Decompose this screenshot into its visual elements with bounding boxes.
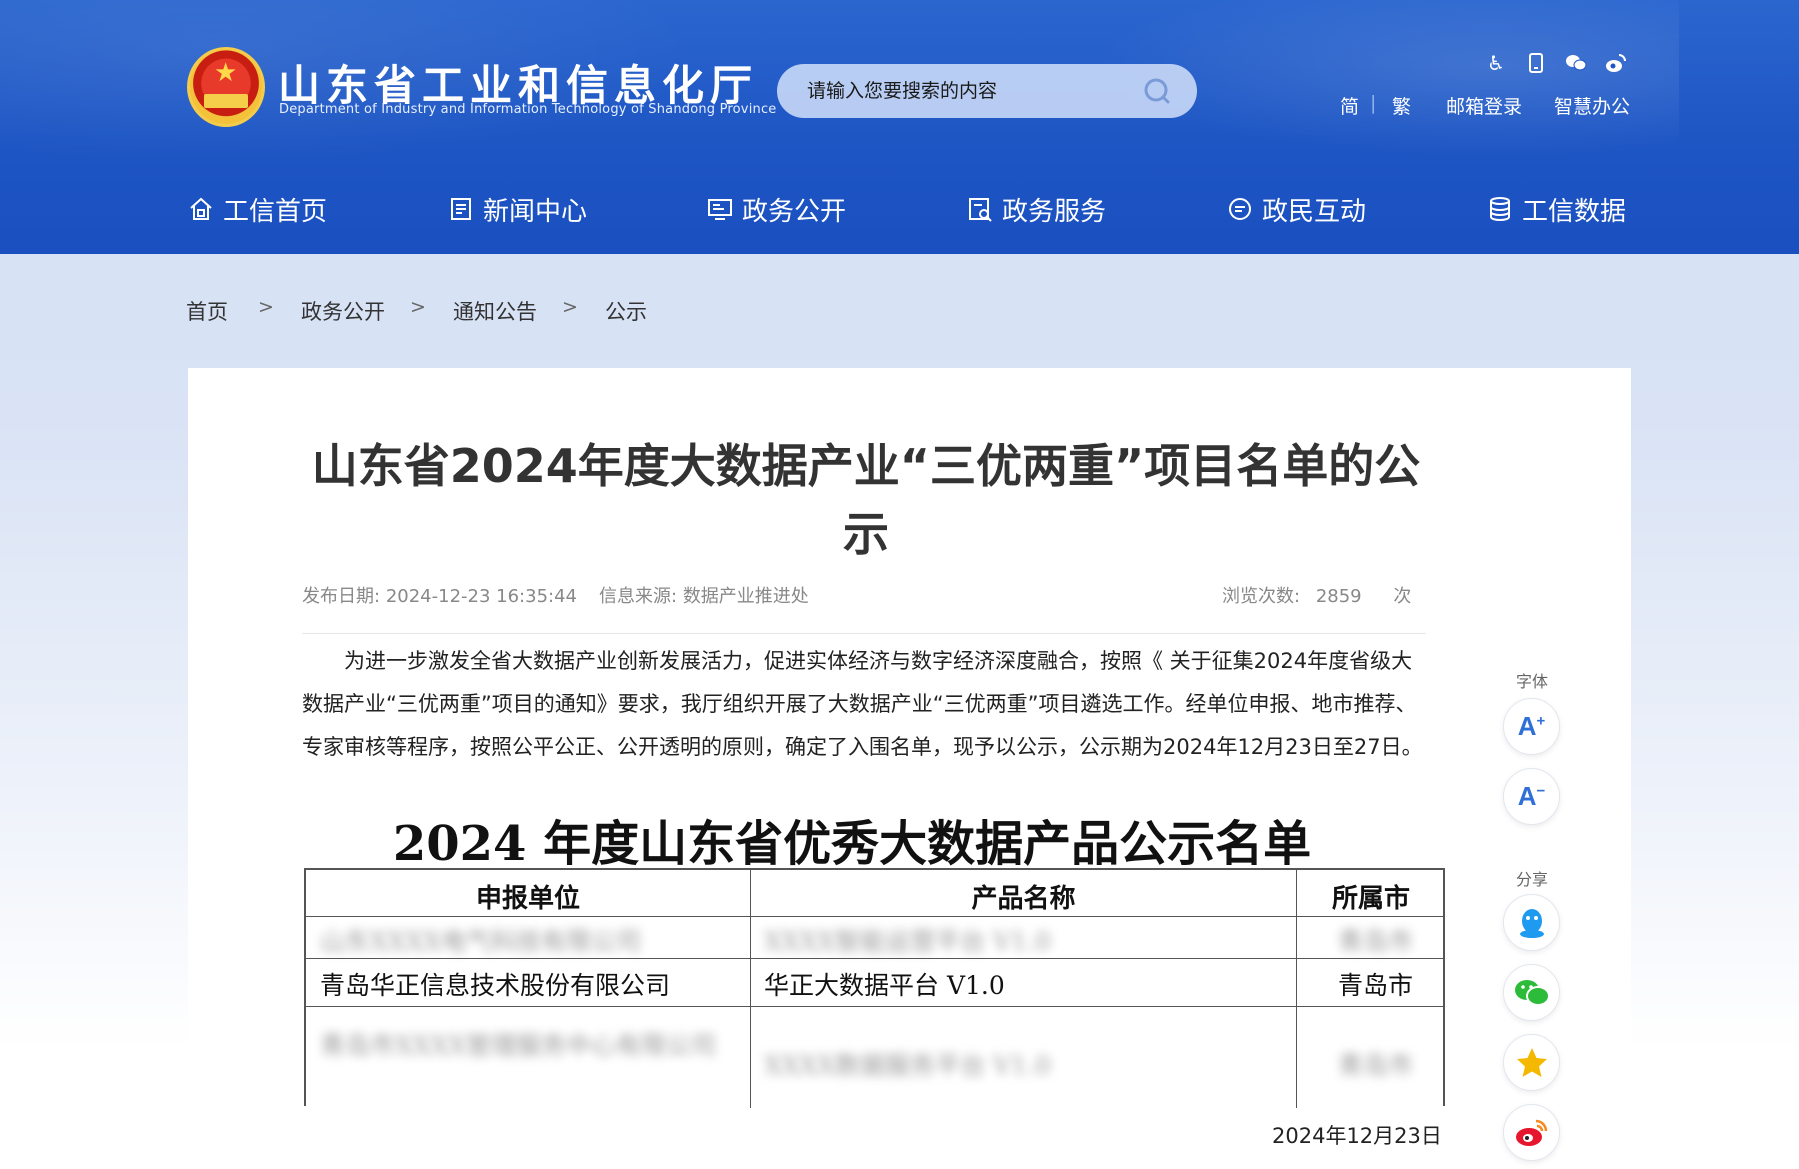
link-separator: | bbox=[1370, 92, 1377, 114]
table-cell-product: 华正大数据平台 V1.0 bbox=[764, 971, 1005, 1000]
nav-item-data[interactable]: 工信数据 bbox=[1486, 189, 1626, 229]
table-header-product: 产品名称 bbox=[971, 884, 1076, 914]
breadcrumb-home[interactable]: 首页 bbox=[186, 296, 228, 326]
table-divider bbox=[306, 1006, 1445, 1007]
home-icon bbox=[190, 197, 212, 220]
share-label: 分享 bbox=[1515, 870, 1548, 889]
font-increase-button[interactable]: A+ bbox=[1503, 698, 1560, 755]
table-cell-product: XXXX数据服务平台 V1.0 bbox=[764, 1051, 1051, 1080]
table-header-unit: 申报单位 bbox=[475, 884, 580, 914]
table-divider bbox=[306, 958, 1445, 959]
mobile-icon[interactable] bbox=[1524, 51, 1548, 75]
nav-label: 政务服务 bbox=[1002, 196, 1107, 227]
table-cell-city: 青岛市 bbox=[1338, 1051, 1414, 1080]
views-label: 浏览次数: bbox=[1222, 586, 1301, 607]
nav-label: 政务公开 bbox=[742, 196, 847, 227]
site-subtitle: Department of Industry and Information T… bbox=[279, 102, 777, 117]
source-value: 数据产业推进处 bbox=[682, 586, 809, 607]
publish-label: 发布日期: bbox=[302, 586, 381, 607]
publish-value: 2024-12-23 16:35:44 bbox=[385, 586, 577, 607]
notice-table: 申报单位 产品名称 所属市 山东XXXX电气科技有限公司 XXXX智能运营平台 … bbox=[304, 868, 1445, 1108]
star-icon: ★ bbox=[214, 58, 238, 88]
article-card: 山东省2024年度大数据产业“三优两重”项目名单的公示 发布日期: 2024-1… bbox=[188, 368, 1631, 1169]
nav-label: 新闻中心 bbox=[483, 196, 588, 227]
weibo-icon[interactable] bbox=[1604, 51, 1628, 75]
nav-item-news[interactable]: 新闻中心 bbox=[447, 189, 587, 229]
table-cell-city: 青岛市 bbox=[1338, 927, 1414, 956]
notice-image-title: 2024 年度山东省优秀大数据产品公示名单 bbox=[392, 816, 1312, 872]
wechat-share-icon bbox=[1514, 979, 1550, 1006]
breadcrumb-separator: > bbox=[410, 296, 426, 318]
share-weibo-button[interactable] bbox=[1503, 1104, 1560, 1161]
font-size-label: 字体 bbox=[1515, 672, 1548, 691]
nav-item-gov-affairs[interactable]: 政务公开 bbox=[706, 189, 846, 229]
simplified-chinese-link[interactable]: 简 bbox=[1340, 92, 1359, 119]
header-tool-icons: ♿ bbox=[1484, 51, 1634, 81]
breadcrumb-separator: > bbox=[562, 296, 578, 318]
chat-icon bbox=[1229, 198, 1251, 220]
nav-label: 工信数据 bbox=[1522, 196, 1627, 227]
breadcrumb-notices[interactable]: 通知公告 bbox=[453, 296, 537, 326]
table-header-city: 所属市 bbox=[1331, 884, 1410, 914]
breadcrumb-separator: > bbox=[258, 296, 274, 318]
views-value: 2859 bbox=[1315, 586, 1362, 607]
search-icon[interactable] bbox=[1143, 77, 1171, 105]
sign-date: 2024年12月23日 bbox=[1272, 1124, 1442, 1148]
share-qq-button[interactable] bbox=[1503, 894, 1560, 951]
qzone-icon bbox=[1516, 1047, 1547, 1077]
search-box bbox=[777, 64, 1197, 118]
meta-divider bbox=[302, 633, 1426, 634]
table-cell-unit: 青岛市XXXX管理服务中心有限公司 bbox=[320, 1031, 717, 1060]
nav-label: 工信首页 bbox=[223, 196, 328, 227]
main-nav: 工信首页 新闻中心 政务公开 政务服务 政民互动 工信数据 bbox=[0, 165, 1799, 254]
article-title: 山东省2024年度大数据产业“三优两重”项目名单的公示 bbox=[311, 439, 1421, 561]
publish-date: 发布日期: 2024-12-23 16:35:44 bbox=[302, 582, 577, 608]
table-cell-product: XXXX智能运营平台 V1.0 bbox=[764, 927, 1051, 956]
weibo-share-icon bbox=[1515, 1119, 1547, 1146]
accessibility-icon[interactable]: ♿ bbox=[1484, 51, 1508, 75]
breadcrumb-gov-affairs[interactable]: 政务公开 bbox=[301, 296, 385, 326]
site-header: ★ 山东省工业和信息化厅 Department of Industry and … bbox=[0, 0, 1799, 254]
table-cell-city: 青岛市 bbox=[1338, 971, 1414, 1000]
table-divider bbox=[306, 916, 1445, 917]
emblem-base bbox=[204, 94, 248, 108]
view-count: 浏览次数: 2859 次 bbox=[1222, 582, 1411, 608]
nav-item-gov-services[interactable]: 政务服务 bbox=[966, 189, 1106, 229]
database-icon bbox=[1490, 197, 1510, 221]
search-input[interactable] bbox=[807, 77, 1127, 105]
nav-label: 政民互动 bbox=[1262, 196, 1367, 227]
nav-item-home[interactable]: 工信首页 bbox=[187, 189, 327, 229]
mail-login-link[interactable]: 邮箱登录 bbox=[1446, 92, 1522, 119]
monitor-icon bbox=[708, 199, 732, 220]
table-cell-unit: 山东XXXX电气科技有限公司 bbox=[320, 927, 642, 956]
font-decrease-button[interactable]: A− bbox=[1503, 768, 1560, 825]
service-icon bbox=[969, 198, 992, 222]
share-wechat-button[interactable] bbox=[1503, 964, 1560, 1021]
qq-icon bbox=[1519, 908, 1544, 938]
notice-table-image: 2024 年度山东省优秀大数据产品公示名单 申报单位 产品名称 所属市 山东XX… bbox=[302, 802, 1446, 1142]
share-qzone-button[interactable] bbox=[1503, 1034, 1560, 1091]
views-unit: 次 bbox=[1393, 586, 1412, 607]
news-icon bbox=[451, 198, 471, 220]
article-body: 为进一步激发全省大数据产业创新发展活力，促进实体经济与数字经济深度融合，按照《 … bbox=[302, 649, 1423, 759]
nav-item-interaction[interactable]: 政民互动 bbox=[1226, 189, 1366, 229]
smart-office-link[interactable]: 智慧办公 bbox=[1554, 92, 1630, 119]
table-cell-unit: 青岛华正信息技术股份有限公司 bbox=[320, 971, 671, 1000]
breadcrumb-publicity[interactable]: 公示 bbox=[605, 296, 647, 326]
font-decrease-icon: A− bbox=[1517, 781, 1546, 811]
national-emblem-logo[interactable]: ★ bbox=[187, 47, 265, 127]
font-increase-icon: A+ bbox=[1517, 711, 1546, 741]
info-source: 信息来源: 数据产业推进处 bbox=[599, 582, 809, 608]
wechat-icon[interactable] bbox=[1564, 51, 1588, 75]
traditional-chinese-link[interactable]: 繁 bbox=[1392, 92, 1411, 119]
source-label: 信息来源: bbox=[599, 586, 678, 607]
